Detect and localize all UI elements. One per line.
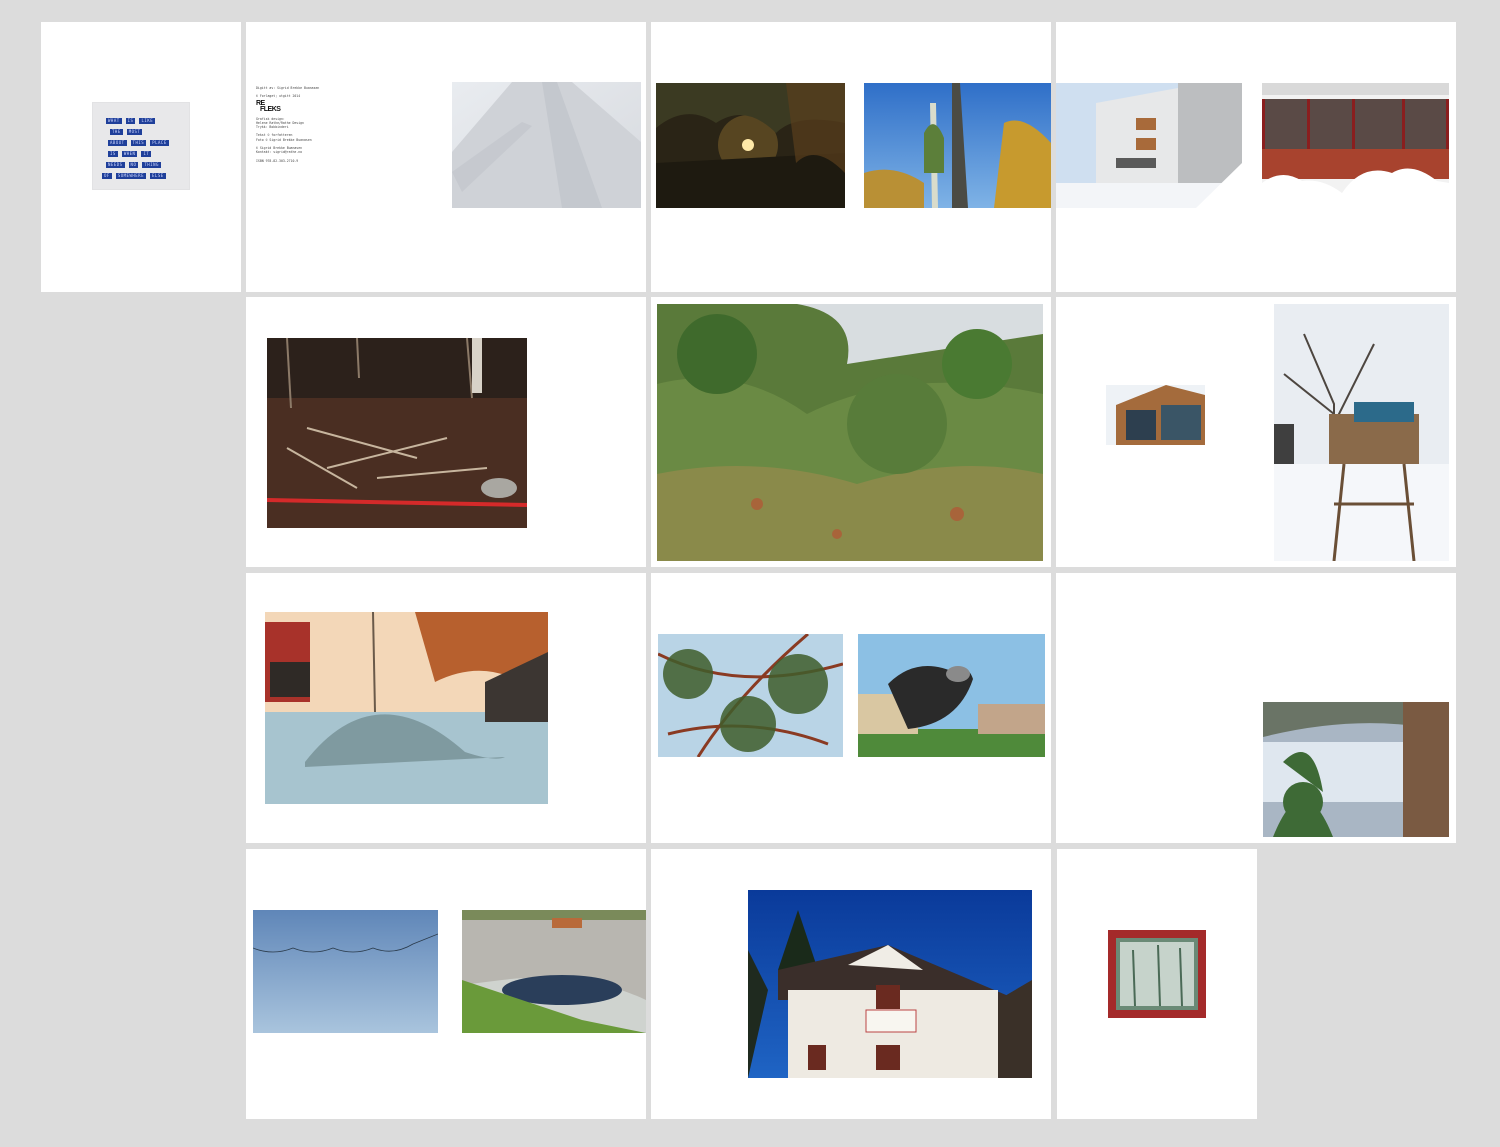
tape-word: MOST [126, 129, 143, 135]
tape-word: ELSE [150, 173, 166, 179]
tape-word: OF [102, 173, 112, 179]
photo-sunset-trees [656, 83, 845, 208]
tape-word: PLACE [150, 140, 169, 146]
tape-line-5: NEEDS NO THING [106, 162, 161, 168]
photo-rock-pond [462, 910, 646, 1033]
tape-line-4: IS WHEN IT [108, 151, 152, 157]
tape-word: IT [141, 151, 152, 157]
photo-sculpture-lawn [858, 634, 1045, 757]
photo-brick-building [1262, 83, 1449, 208]
photo-overgrown-bushes [657, 304, 1043, 561]
photo-birch-sky [864, 83, 1051, 208]
tape-label-card: WHAT IS LIKE THE MOST ABOUT THIS PLACE I… [92, 102, 190, 190]
photo-pine-branches [658, 634, 843, 757]
photo-construction-gravel-pile [265, 612, 548, 804]
tape-word: NO [128, 162, 139, 168]
tape-word: THIS [130, 140, 147, 146]
photo-white-building [1056, 83, 1242, 208]
photo-blue-sky-wires [253, 910, 438, 1033]
tape-line-1: WHAT IS LIKE [106, 118, 156, 124]
publisher-logo: RE FLEKS [256, 99, 281, 113]
tape-word: IS [125, 118, 136, 124]
tape-line-2: THE MOST [110, 129, 143, 135]
tape-line-6: OF SOMEWHERE ELSE [102, 173, 166, 179]
photo-treehouse-snow [1274, 304, 1449, 561]
tape-word: WHEN [121, 151, 138, 157]
tape-word: NEEDS [106, 162, 125, 168]
colophon-line: ISBN 978-82-303-2710-9 [256, 158, 299, 163]
photo-forest-floor-red-hose [267, 338, 527, 528]
tape-word: IS [108, 151, 118, 157]
tape-word: ABOUT [108, 140, 127, 146]
photo-modern-house-small [1106, 385, 1205, 466]
tape-word: WHAT [106, 118, 122, 124]
photo-framed-window-red [1108, 930, 1206, 1018]
tape-line-3: ABOUT THIS PLACE [108, 140, 169, 146]
tape-word: THE [110, 129, 123, 135]
colophon-line: © Forlaget; utgitt 2014 [256, 94, 301, 99]
tape-word: THING [142, 162, 161, 168]
tape-word: LIKE [139, 118, 156, 124]
tape-word: SOMEWHERE [115, 173, 147, 179]
colophon: Digitt av: Sigrid Brekke Buanasen © Forl… [256, 86, 376, 163]
photo-white-house-blue-sky [748, 890, 1032, 1078]
photo-window-plant-reflection [1263, 702, 1449, 837]
photo-snowy-road [452, 82, 641, 208]
